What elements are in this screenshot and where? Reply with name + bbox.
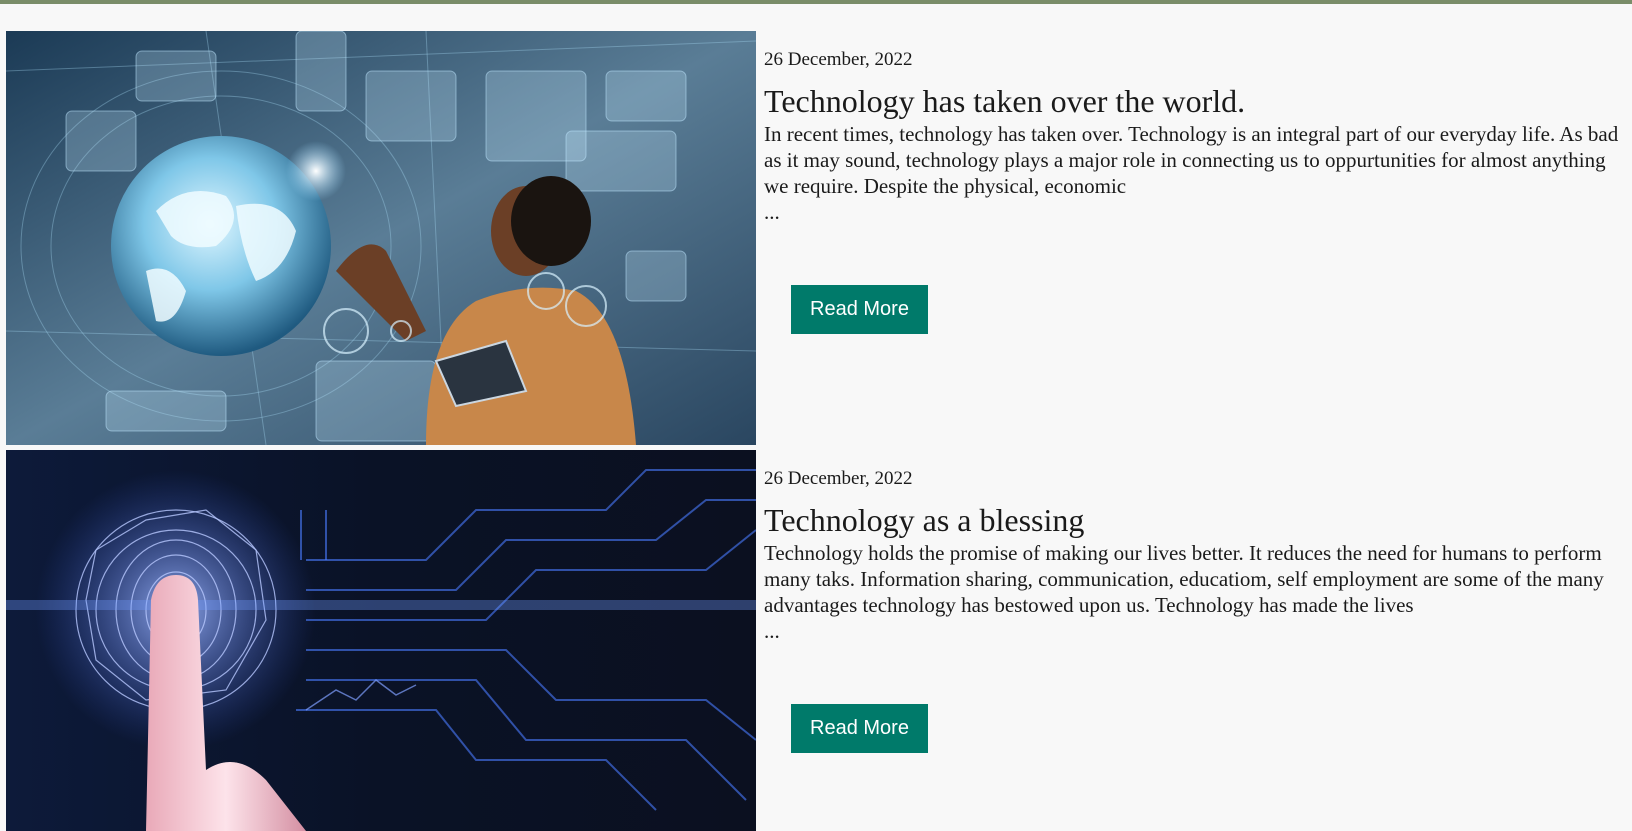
- post-excerpt: Technology holds the promise of making o…: [764, 541, 1604, 617]
- read-more-button[interactable]: Read More: [791, 704, 928, 753]
- top-accent-bar: [0, 0, 1632, 4]
- photo-fingerprint-circuit-icon: [6, 450, 756, 831]
- post-date: 26 December, 2022: [764, 49, 913, 70]
- post-date: 26 December, 2022: [764, 468, 913, 489]
- post-thumbnail-image[interactable]: [6, 450, 756, 831]
- post-excerpt: In recent times, technology has taken ov…: [764, 122, 1619, 198]
- read-more-button[interactable]: Read More: [791, 285, 928, 334]
- excerpt-ellipsis: ...: [764, 200, 780, 224]
- blog-post-card: 26 December, 2022 Technology has taken o…: [6, 31, 1626, 445]
- photo-woman-holographic-globe-icon: [6, 31, 756, 445]
- excerpt-ellipsis: ...: [764, 619, 780, 643]
- blog-post-card: 26 December, 2022 Technology as a blessi…: [6, 450, 1626, 831]
- post-title[interactable]: Technology as a blessing: [764, 502, 1084, 538]
- post-thumbnail-image[interactable]: [6, 31, 756, 445]
- post-title[interactable]: Technology has taken over the world.: [764, 83, 1245, 119]
